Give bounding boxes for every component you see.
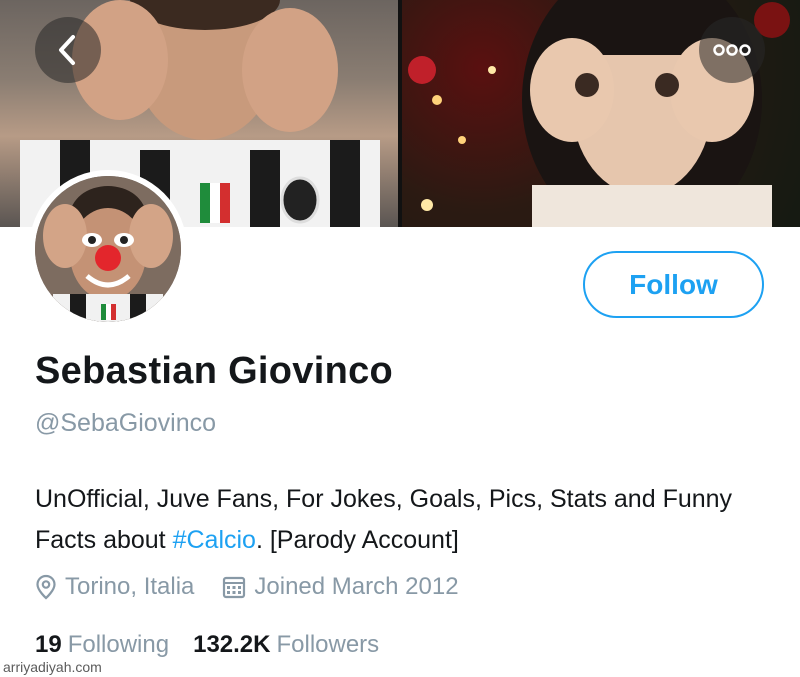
followers-link[interactable]: 132.2K Followers	[193, 631, 379, 659]
following-label: Following	[67, 631, 170, 658]
back-button[interactable]	[35, 17, 101, 83]
following-count: 19	[35, 631, 62, 658]
location: Torino, Italia	[35, 573, 194, 601]
join-date-text: Joined March 2012	[254, 573, 459, 600]
profile-handle: @SebaGiovinco	[35, 409, 217, 437]
profile-bio: UnOfficial, Juve Fans, For Jokes, Goals,…	[35, 479, 775, 561]
profile-name: Sebastian Giovinco	[35, 350, 394, 392]
join-date: Joined March 2012	[222, 573, 459, 601]
followers-count: 132.2K	[193, 631, 271, 658]
more-options-button[interactable]	[699, 17, 765, 83]
follow-button[interactable]: Follow	[583, 251, 764, 318]
watermark: arriyadiyah.com	[3, 659, 102, 675]
following-link[interactable]: 19 Following	[35, 631, 169, 659]
location-text: Torino, Italia	[65, 573, 195, 600]
chevron-left-icon	[59, 35, 75, 65]
profile-meta: Torino, Italia Joined March 2012	[35, 570, 487, 604]
profile-stats: 19 Following 132.2K Followers	[35, 631, 403, 659]
location-pin-icon	[36, 574, 56, 600]
more-horizontal-icon	[713, 44, 751, 56]
avatar[interactable]	[29, 170, 187, 328]
followers-label: Followers	[276, 631, 380, 658]
bio-suffix: . [Parody Account]	[255, 526, 459, 554]
bio-hashtag-link[interactable]: #Calcio	[173, 526, 256, 554]
avatar-image	[35, 176, 181, 322]
calendar-icon	[223, 576, 246, 599]
